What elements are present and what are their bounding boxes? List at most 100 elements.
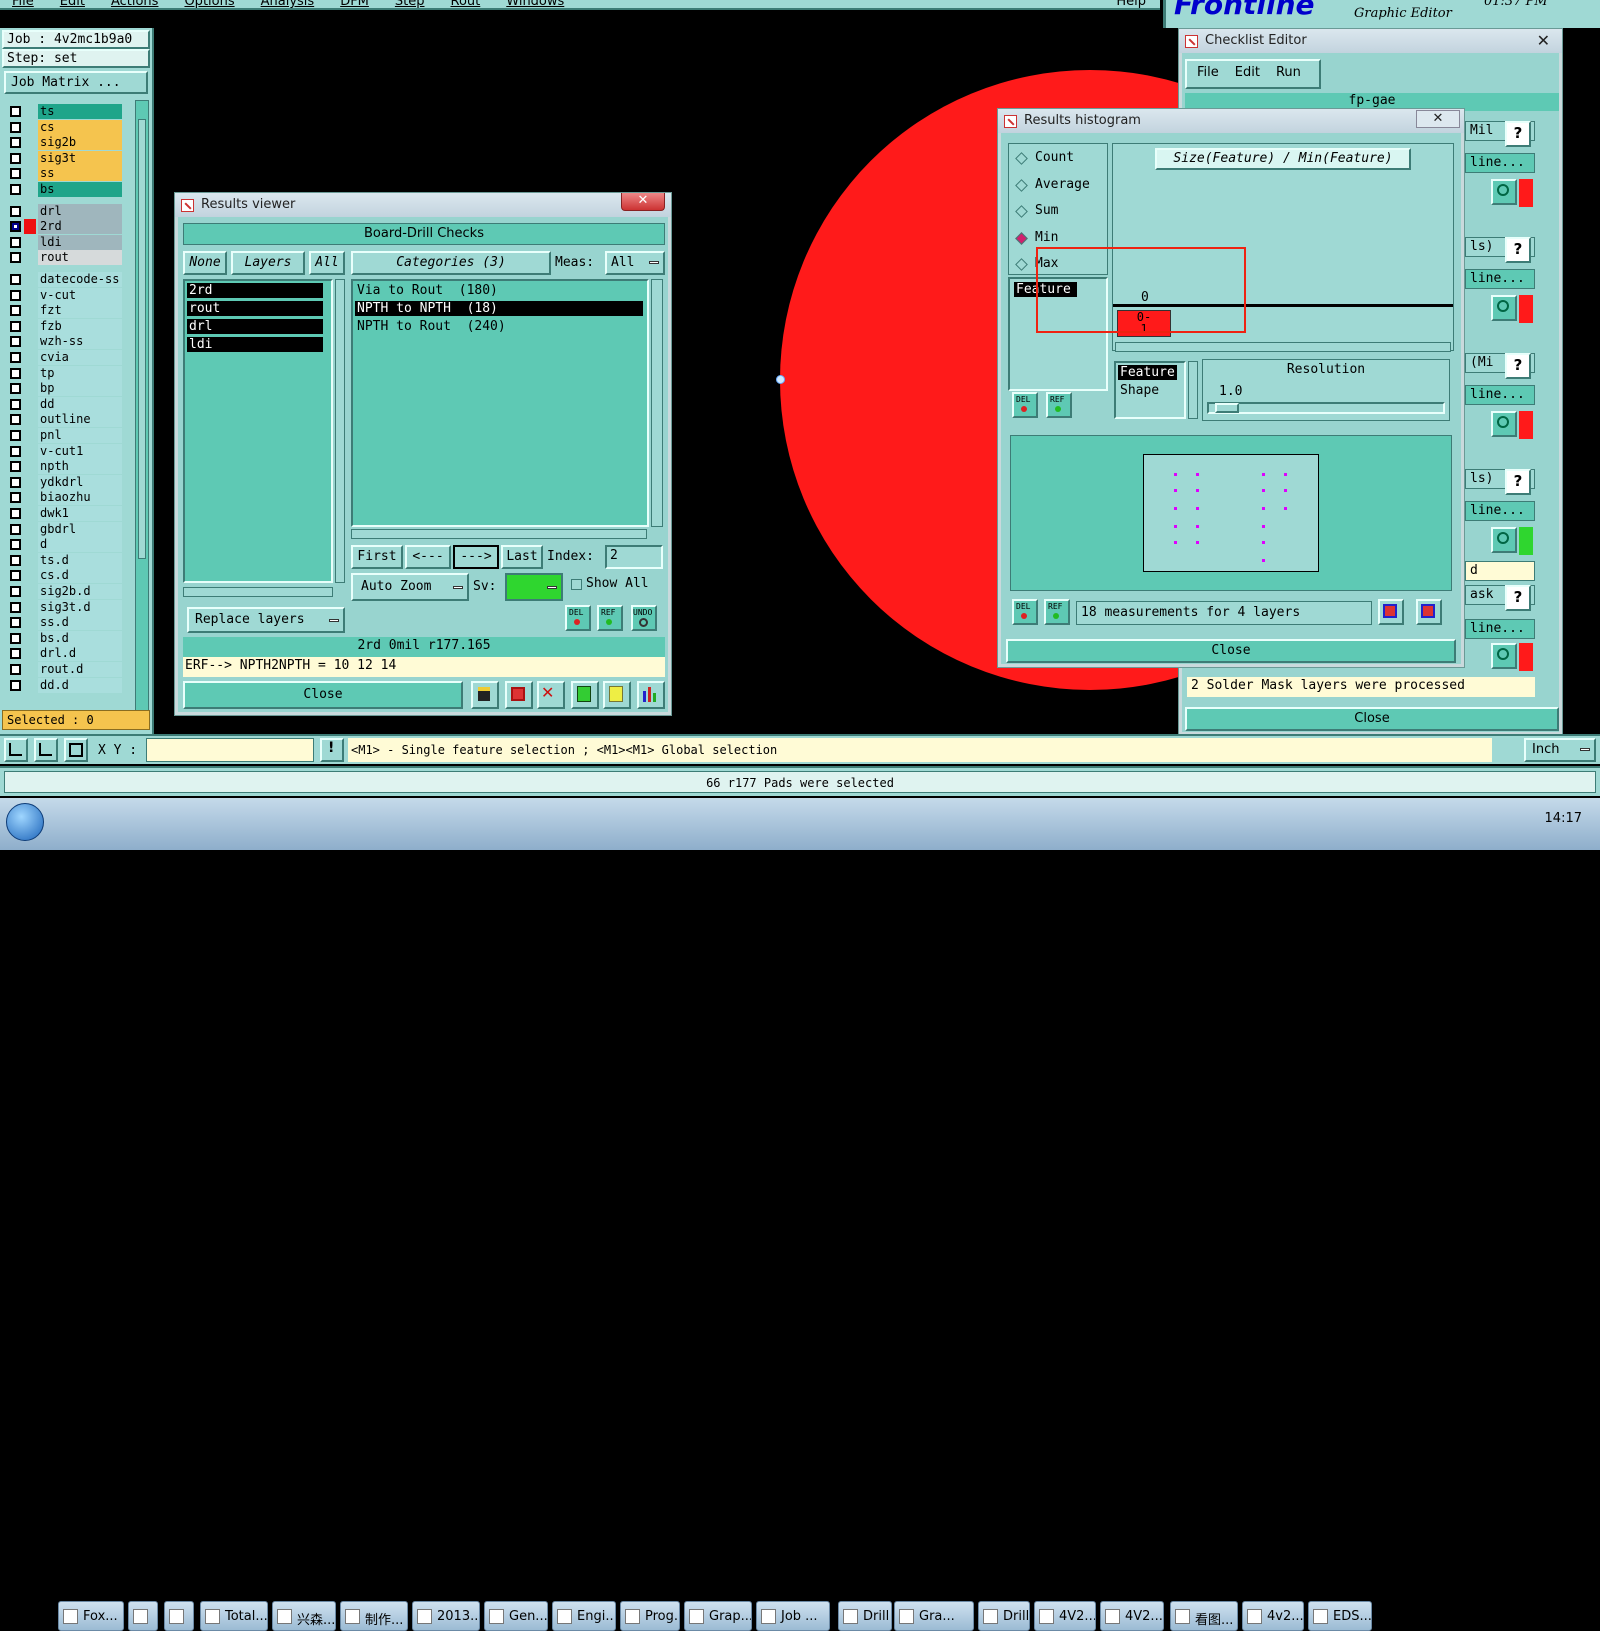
layer-row[interactable]: dd	[6, 396, 122, 412]
layer-checkbox[interactable]	[10, 121, 21, 133]
feature-shape-scroll[interactable]	[1188, 361, 1198, 419]
menu-analysis[interactable]: Analysis	[261, 0, 315, 8]
all-button[interactable]: All	[309, 251, 345, 275]
layer-row[interactable]: outline	[6, 412, 122, 428]
taskbar-item[interactable]: Total...	[200, 1601, 268, 1631]
layer-name[interactable]: wzh-ss	[38, 334, 122, 350]
menu-edit[interactable]: Edit	[60, 0, 85, 8]
histogram-hscroll[interactable]	[1115, 342, 1451, 352]
layer-row[interactable]: cs.d	[6, 568, 122, 584]
layer-name[interactable]: 2rd	[38, 219, 122, 235]
layer-name[interactable]: bs.d	[38, 630, 122, 646]
zoom-icon[interactable]	[1491, 411, 1517, 437]
help-icon[interactable]: ?	[1505, 121, 1531, 147]
resolution-slider[interactable]	[1207, 402, 1445, 414]
taskbar-item[interactable]: Grap...	[684, 1601, 752, 1631]
exit-icon[interactable]	[505, 681, 533, 709]
layer-name[interactable]: dd.d	[38, 677, 122, 693]
layer-name[interactable]: tp	[38, 365, 122, 381]
layer-row[interactable]: pnl	[6, 428, 122, 443]
layer-checkbox[interactable]	[10, 367, 21, 379]
menu-options[interactable]: Options	[184, 0, 234, 8]
layer-name[interactable]: sig2b	[38, 135, 122, 151]
category-item[interactable]: NPTH to Rout (240)	[355, 319, 643, 334]
checklist-row-label[interactable]: line...	[1465, 501, 1535, 521]
layer-checkbox[interactable]	[10, 152, 21, 164]
taskbar-item[interactable]: 兴森...	[272, 1601, 336, 1631]
layer-checkbox[interactable]	[10, 414, 21, 426]
zoom-icon[interactable]	[1491, 643, 1517, 669]
taskbar-item[interactable]: Fox...	[58, 1601, 124, 1631]
checklist-row-label[interactable]: line...	[1465, 385, 1535, 405]
undo-button[interactable]: UNDO	[631, 605, 657, 631]
layer-name[interactable]: gbdrl	[38, 521, 122, 537]
layer-name[interactable]: outline	[38, 412, 122, 428]
layer-checkbox[interactable]	[10, 445, 21, 457]
layer-name[interactable]: ts	[38, 104, 122, 119]
layer-row[interactable]: ss.d	[6, 615, 122, 631]
layer-name[interactable]: drl.d	[38, 646, 122, 662]
menu-file[interactable]: File	[12, 0, 34, 8]
layer-checkbox[interactable]	[10, 252, 21, 264]
layer-row[interactable]: ydkdrl	[6, 474, 122, 490]
layer-checkbox[interactable]	[10, 236, 21, 248]
layer-list-vscroll[interactable]	[335, 279, 345, 583]
select-mode-icon[interactable]	[4, 738, 28, 762]
xy-input[interactable]	[146, 738, 314, 762]
taskbar-item[interactable]: 制作...	[340, 1601, 408, 1631]
scroll-thumb[interactable]	[138, 119, 146, 559]
layer-row[interactable]: fzb	[6, 318, 122, 334]
layer-name[interactable]: fzb	[38, 318, 122, 334]
layer-row[interactable]: drl	[6, 203, 122, 219]
zoom-out-feature-icon[interactable]	[1416, 599, 1442, 625]
layer-checkbox[interactable]	[10, 168, 21, 180]
layer-row[interactable]: ldi	[6, 234, 122, 250]
taskbar-item[interactable]: 4V2...	[1100, 1601, 1164, 1631]
layer-checkbox[interactable]	[10, 221, 21, 233]
layer-checkbox[interactable]	[10, 648, 21, 660]
layer-name[interactable]: cs	[38, 119, 122, 135]
help-icon[interactable]: ?	[1505, 585, 1531, 611]
categories-button[interactable]: Categories (3)	[351, 251, 551, 275]
layer-name[interactable]: sig2b.d	[38, 584, 122, 599]
taskbar-item[interactable]: Gen...	[484, 1601, 548, 1631]
layer-checkbox[interactable]	[10, 554, 21, 566]
replace-layers-dropdown[interactable]: Replace layers	[187, 607, 345, 633]
layer-row[interactable]: drl.d	[6, 646, 122, 662]
last-button[interactable]: Last	[501, 545, 543, 569]
layer-name[interactable]: d	[38, 537, 122, 553]
layer-row[interactable]: bs.d	[6, 630, 122, 646]
start-button[interactable]	[6, 803, 44, 841]
layer-row[interactable]: 2rd	[6, 219, 122, 235]
close-icon[interactable]: ✕	[621, 193, 665, 211]
highlight-icon[interactable]	[471, 681, 499, 709]
layer-row[interactable]: cvia	[6, 350, 122, 365]
layer-checkbox[interactable]	[10, 539, 21, 551]
layer-name[interactable]: sig3t.d	[38, 599, 122, 615]
checklist-close-button[interactable]: Close	[1185, 707, 1559, 731]
layer-row[interactable]: dd.d	[6, 677, 122, 693]
next-button[interactable]: --->	[453, 545, 499, 569]
sv-color-dropdown[interactable]	[505, 573, 563, 601]
layer-row[interactable]: ts	[6, 104, 122, 119]
del-button[interactable]: DEL	[1012, 599, 1038, 625]
layer-list-hscroll[interactable]	[183, 587, 333, 597]
first-button[interactable]: First	[351, 545, 403, 569]
layer-name[interactable]: pnl	[38, 428, 122, 443]
taskbar-item[interactable]: Drill ...	[978, 1601, 1030, 1631]
show-all-checkbox[interactable]	[571, 579, 582, 590]
layer-checkbox[interactable]	[10, 523, 21, 535]
layer-name[interactable]: ss	[38, 166, 122, 182]
measure-icon[interactable]	[34, 738, 58, 762]
layer-row[interactable]: gbdrl	[6, 521, 122, 537]
close-icon[interactable]: ✕	[1537, 31, 1550, 50]
taskbar-item[interactable]	[128, 1601, 158, 1631]
layer-checkbox[interactable]	[10, 320, 21, 332]
zoom-icon[interactable]	[1491, 295, 1517, 321]
layer-row[interactable]: biaozhu	[6, 490, 122, 506]
layer-row[interactable]: v-cut	[6, 287, 122, 303]
layer-row[interactable]: cs	[6, 119, 122, 135]
result-layer-item[interactable]: rout	[187, 301, 323, 316]
result-layer-item[interactable]: 2rd	[187, 283, 323, 298]
layer-checkbox[interactable]	[10, 289, 21, 301]
